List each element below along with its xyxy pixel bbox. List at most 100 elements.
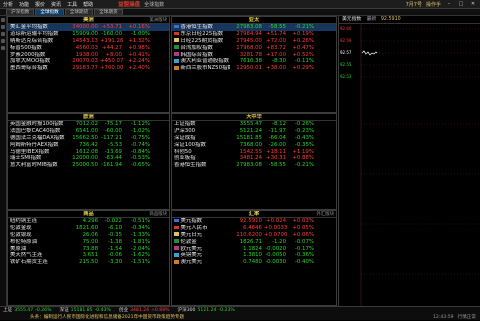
menu-item-function[interactable]: 功能 (16, 1, 32, 8)
index-row[interactable]: 英国金融时报100指数 7012.02 -75.17 -1.12% (8, 121, 169, 128)
index-name: 马德里IBEX指数 (8, 149, 66, 156)
index-row[interactable]: 美元指数 92.5910 +0.024 +0.03% (172, 218, 336, 225)
index-row[interactable]: 道琼斯运输平均指数 15909.00 -160.00 -1.00% (8, 31, 169, 38)
cell-text: 34000.00 (72, 24, 98, 30)
market-summary-item[interactable]: 深证 15181.85 -0.43% (56, 307, 115, 314)
index-row[interactable]: 罗素2000指数 1938.00 +8.00 +0.41% (8, 52, 169, 59)
menu-item-analysis[interactable]: 分析 (0, 1, 16, 8)
index-name: 美元指数 (172, 218, 230, 225)
index-change: +51.74 (264, 31, 288, 38)
index-change: +0.0700 (264, 232, 288, 239)
cell-text: 4.296 (82, 218, 98, 224)
maximize-icon[interactable]: □ (457, 1, 465, 8)
list-icon[interactable] (1, 25, 5, 29)
index-change: -1.54 (100, 246, 124, 253)
index-row[interactable]: 韩国综合指数 3281.78 +17.00 +0.52% (172, 52, 336, 59)
index-price: 6.4646 (230, 225, 264, 232)
index-row[interactable]: 香港恒生指数 27983.08 -58.55 -0.21% (172, 162, 336, 169)
index-row[interactable]: 沪深300 5121.24 -11.97 -0.23% (172, 128, 336, 135)
index-name: 瑞士SMI指数 (8, 155, 66, 162)
user-label[interactable]: 操作手 (426, 1, 441, 8)
index-row[interactable]: 标普500指数 4560.03 +44.27 +0.98% (8, 45, 169, 52)
cell-text: 27983.08 (236, 24, 262, 30)
index-pct: -1.00% (124, 31, 152, 38)
chart-icon[interactable] (1, 32, 5, 36)
settings-icon[interactable] (1, 46, 5, 50)
index-change: +0.024 (264, 218, 288, 225)
index-pct: +0.26% (288, 38, 316, 45)
index-row[interactable]: 伦敦金 1826.71 -1.20 -0.07% (172, 239, 336, 246)
tab-hs-index[interactable]: 沪深指数 (6, 9, 35, 15)
menu-item-tools[interactable]: 工具 (64, 1, 80, 8)
index-name: 上证指数 (172, 121, 230, 128)
cell-text: 17968.00 (236, 44, 262, 51)
index-row[interactable]: 阿姆斯特丹AEX指数 736.42 -5.53 -0.74% (8, 142, 169, 149)
index-row[interactable]: 伦敦银现 26.06 -0.35 -1.33% (8, 232, 169, 239)
menu-item-quote[interactable]: 报价 (32, 1, 48, 8)
index-row[interactable]: 纳斯达克综合指数 14543.13 +191.26 +1.32% (8, 38, 169, 45)
index-row[interactable]: 美元日元 110.6200 +0.0700 +0.06% (172, 232, 336, 239)
news-icon[interactable] (1, 39, 5, 43)
cell-text: +0.0700 (264, 231, 288, 238)
index-change: +17.00 (264, 52, 288, 59)
index-row[interactable]: 德国法兰克福DAX指数 15662.50 -117.21 -0.75% (8, 135, 169, 142)
index-row[interactable]: 日经225期货指数 27945.00 +72.00 +0.26% (172, 38, 336, 45)
brand-logo: 益盟操盘 (118, 2, 141, 8)
index-row[interactable]: 意大利富时MIB指数 25000.50 -161.94 -0.65% (8, 162, 169, 169)
tab-global-index[interactable]: 全球指数 (35, 9, 64, 15)
panel-more-link[interactable]: 美洲版块 (149, 17, 167, 24)
index-row[interactable]: 东京日经225指数 27984.94 +51.74 +0.19% (172, 31, 336, 38)
home-icon[interactable] (1, 18, 5, 22)
index-row[interactable]: 纽约铜主连 4.296 -0.022 -0.51% (8, 218, 169, 225)
market-summary-item[interactable]: 沪深300 5121.24 -0.23% (175, 307, 240, 314)
index-row[interactable]: 美元人民币 6.4646 +0.0033 +0.05% (172, 225, 336, 232)
panel-more-link[interactable]: 商品版块 (149, 211, 167, 218)
index-row[interactable]: 法国巴黎CAC40指数 6541.00 -60.00 -1.02% (8, 128, 169, 135)
index-name: 澳元美元 (172, 259, 230, 266)
index-row[interactable]: 深证100指数 7368.00 -26.00 -0.35% (172, 142, 336, 149)
index-row[interactable]: 墨西哥综合指数 29183.77 +700.00 +2.40% (8, 65, 169, 72)
index-row[interactable]: 铁矿石期货主连 215.50 -3.30 -1.51% (8, 259, 169, 266)
index-row[interactable]: 英镑美元 1.3810 -0.0050 -0.36% (172, 252, 336, 259)
usd-index-chart[interactable]: 美元指数 最新 92.5910 92.60 92.59 92.57 92.55 … (338, 16, 480, 306)
index-row[interactable]: 瑞士SMI指数 12000.00 -63.44 -0.53% (8, 155, 169, 162)
index-row[interactable]: 美原油 73.88 -1.54 -2.04% (8, 246, 169, 253)
panel-more-link[interactable]: 外汇版块 (316, 211, 334, 218)
minimize-icon[interactable]: – (445, 1, 453, 8)
menu-item-help[interactable]: 帮助 (80, 1, 96, 8)
index-row[interactable]: 欧元美元 1.1824 -0.0020 -0.17% (172, 246, 336, 253)
index-row[interactable]: 澳大利亚普通股指数 7616.38 -8.30 -0.11% (172, 58, 336, 65)
index-row[interactable]: 科创50 1542.55 +18.11 +1.19% (172, 149, 336, 156)
tab-global-futures[interactable]: 全球期货 (64, 9, 94, 15)
index-row[interactable]: 马德里IBEX指数 1612.08 -13.69 -0.84% (8, 149, 169, 156)
index-row[interactable]: 新西兰股市NZ50指数 12950.01 +38.00 +0.29% (172, 65, 336, 72)
index-row[interactable]: 台湾加权指数 17968.00 +83.72 +0.47% (172, 45, 336, 52)
index-row[interactable]: 创业板指 3481.24 +30.31 +0.88% (172, 155, 336, 162)
index-change: -0.0050 (264, 252, 288, 259)
market-summary-item[interactable]: 创业 3481.24 +0.88% (116, 307, 175, 314)
tab-global-futures-2[interactable]: 全球期货 (94, 9, 123, 15)
panel-title: 美洲 美洲版块 (8, 17, 169, 24)
cell-text: -0.0020 (265, 245, 286, 252)
index-price: 15909.00 (66, 31, 100, 38)
index-row[interactable]: 美汇金平均指数 34000.00 +53.71 +0.16% (8, 24, 169, 31)
market-summary-item[interactable]: 上证 3555.47 -0.26% (0, 307, 56, 314)
index-row[interactable]: 布伦特原油 75.00 -1.38 -1.81% (8, 239, 169, 246)
index-pct: -0.84% (124, 149, 152, 156)
index-row[interactable]: 香港恒生指数 27983.08 -58.55 -0.21% (172, 24, 336, 31)
index-change: -1.38 (100, 239, 124, 246)
menu-item-news[interactable]: 资讯 (48, 1, 64, 8)
index-row[interactable]: 美天然气主连 3.651 -0.06 -1.62% (8, 252, 169, 259)
summary-name: 上证 (3, 308, 13, 313)
index-change: -58.55 (264, 162, 288, 169)
cell-text: -0.17% (294, 245, 314, 252)
index-row[interactable]: 伦敦金现 1821.60 -6.10 -0.34% (8, 225, 169, 232)
index-row[interactable]: 加拿大MOO指数 20070.03 +450.07 +2.24% (8, 58, 169, 65)
index-row[interactable]: 澳元美元 0.7480 -0.0030 -0.40% (172, 259, 336, 266)
index-row[interactable]: 上证指数 3555.47 -8.12 -0.26% (172, 121, 336, 128)
index-row[interactable]: 深证成指 15181.85 -66.04 -0.43% (172, 135, 336, 142)
close-icon[interactable]: ✕ (469, 1, 477, 8)
cell-text: -1.02% (130, 127, 150, 134)
summary-val: 15181.85 (70, 308, 93, 313)
index-name: 新西兰股市NZ50指数 (172, 65, 230, 72)
